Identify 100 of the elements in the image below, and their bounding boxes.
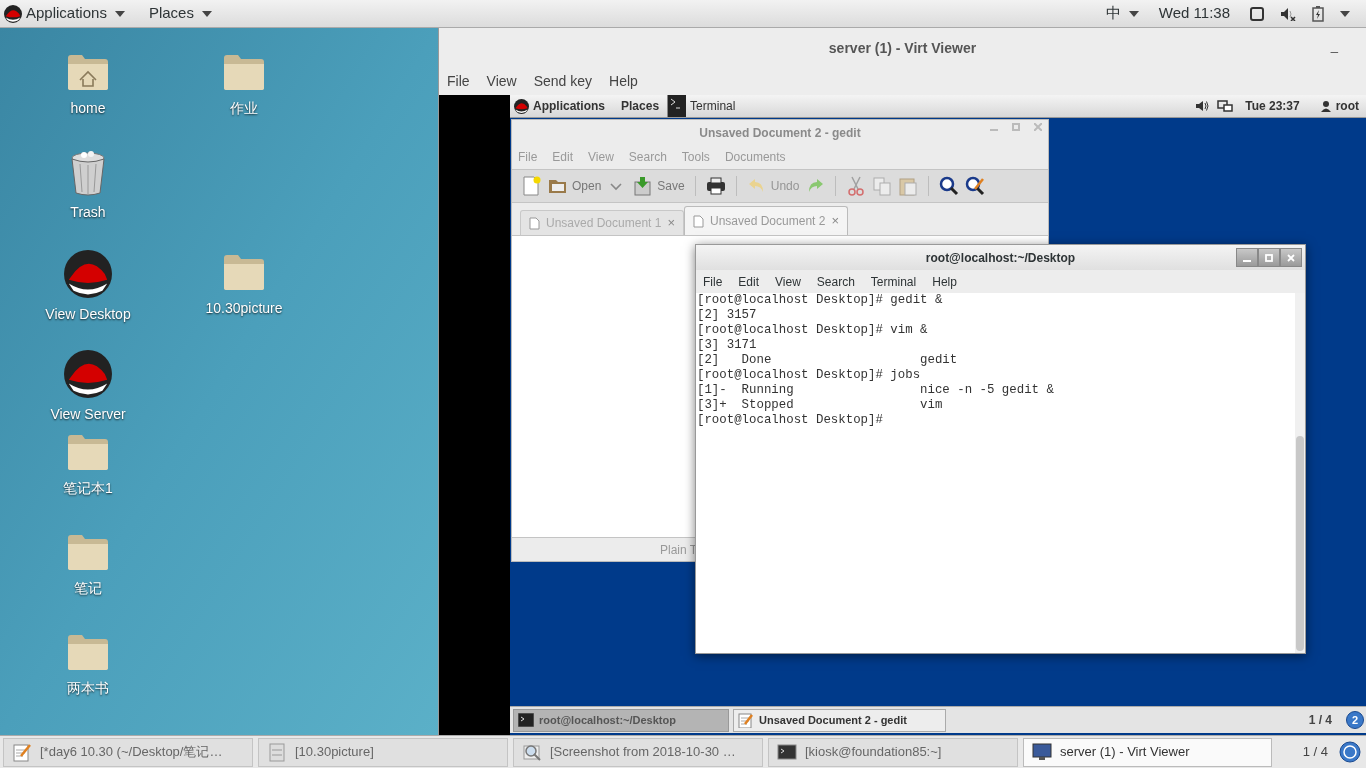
applications-label: Applications xyxy=(533,98,605,115)
document-tab[interactable]: Unsaved Document 1 × xyxy=(520,210,684,235)
folder-icon xyxy=(66,632,110,672)
document-icon xyxy=(693,214,704,228)
terminal-task-button[interactable]: Terminal xyxy=(668,95,744,117)
monitor-icon xyxy=(1032,742,1052,762)
hat-logo-icon xyxy=(64,250,112,298)
terminal-icon xyxy=(777,742,797,762)
taskbar-button[interactable]: [kiosk@foundation85:~] xyxy=(768,737,1018,767)
close-tab-button[interactable]: × xyxy=(667,213,675,233)
menu-item[interactable]: File xyxy=(518,148,538,166)
menu-item[interactable]: Terminal xyxy=(870,272,917,291)
menu-item[interactable]: Search xyxy=(816,272,855,291)
window-icon xyxy=(1250,6,1264,21)
applications-menu[interactable]: Applications xyxy=(0,0,137,27)
workspace-pager[interactable]: 1 / 4 xyxy=(1296,742,1334,762)
taskbar-button[interactable]: [10.30picture] xyxy=(258,737,508,767)
folder-icon xyxy=(66,532,110,572)
window-control-button[interactable] xyxy=(1258,248,1280,267)
maximize-icon xyxy=(1265,253,1273,262)
document-tab[interactable]: Unsaved Document 2 × xyxy=(684,206,848,235)
close-tab-button[interactable]: × xyxy=(831,211,839,231)
window-title: server (1) - Virt Viewer xyxy=(828,38,977,58)
clock[interactable]: Tue 23:37 xyxy=(1237,97,1308,115)
desktop-icon-label[interactable]: 10.30picture xyxy=(205,298,283,319)
menu-item[interactable]: View xyxy=(588,148,614,166)
desktop-icon-label[interactable]: Trash xyxy=(70,202,106,223)
window-control-button[interactable] xyxy=(1280,248,1302,267)
taskbar-button[interactable]: [Screenshot from 2018-10-30 … xyxy=(513,737,763,767)
toolbar-icon-button[interactable] xyxy=(939,176,960,196)
menu-item[interactable]: Send key xyxy=(533,71,593,92)
magnifier-picture-icon xyxy=(522,742,542,762)
battery-icon xyxy=(1312,5,1324,22)
menu-item[interactable]: Help xyxy=(609,71,638,92)
new-document-icon xyxy=(522,176,542,196)
menu-item[interactable]: Edit xyxy=(552,148,574,166)
caret-icon xyxy=(1128,10,1139,17)
toolbar-icon-button[interactable] xyxy=(965,176,986,196)
terminal-line: [root@localhost Desktop]# vim & xyxy=(697,323,929,338)
desktop-icon-label[interactable]: home xyxy=(70,98,106,119)
terminal-icon xyxy=(518,713,534,727)
terminal-line: [root@localhost Desktop]# jobs xyxy=(697,368,922,383)
menu-item[interactable]: Help xyxy=(932,272,957,291)
menu-item[interactable]: View xyxy=(775,272,801,291)
taskbar-button[interactable]: Unsaved Document 2 - gedit xyxy=(733,708,946,732)
terminal-line: [2] Done gedit xyxy=(697,353,959,368)
find-replace-icon xyxy=(965,176,986,196)
document-icon xyxy=(529,216,540,230)
notepad-icon xyxy=(738,712,754,728)
input-method-menu[interactable]: 中 xyxy=(1097,2,1147,25)
terminal-label: Terminal xyxy=(690,98,736,115)
menu-item[interactable]: Edit xyxy=(738,272,760,291)
printer-icon xyxy=(705,176,726,196)
menu-item[interactable]: Tools xyxy=(681,148,710,166)
desktop-icon-label[interactable]: 笔记本1 xyxy=(63,478,113,499)
taskbar-button[interactable]: root@localhost:~/Desktop xyxy=(513,708,729,732)
clock[interactable]: Wed 11:38 xyxy=(1146,2,1242,25)
home-folder-icon xyxy=(66,52,110,92)
folder-icon xyxy=(66,432,110,472)
desktop-icon-label[interactable]: 笔记 xyxy=(74,578,102,599)
workspace-pager[interactable]: 1 / 4 xyxy=(1298,711,1342,729)
caret-icon xyxy=(1340,10,1350,17)
taskbar-button[interactable]: [*day6 10.30 (~/Desktop/笔记… xyxy=(3,737,253,767)
minimize-icon xyxy=(990,129,998,131)
menu-item[interactable]: File xyxy=(703,272,723,291)
cabinet-icon xyxy=(267,742,287,762)
scrollbar-thumb[interactable] xyxy=(1296,436,1304,651)
user-menu[interactable]: root xyxy=(1335,97,1366,115)
notification-badge[interactable]: 2 xyxy=(1346,711,1364,729)
close-icon xyxy=(1034,123,1042,131)
toolbar-icon-button[interactable] xyxy=(705,176,726,196)
menu-item[interactable]: Documents xyxy=(724,148,786,166)
applications-menu[interactable]: Applications xyxy=(510,95,613,117)
menu-item[interactable]: Search xyxy=(628,148,667,166)
menu-item[interactable]: File xyxy=(447,71,470,92)
clipboard-icon xyxy=(898,176,919,196)
hat-logo-icon xyxy=(64,350,112,398)
terminal-line: [1]- Running nice -n -5 gedit & xyxy=(697,383,1055,398)
info-circle-icon xyxy=(1339,741,1361,763)
minimize-button[interactable]: _ xyxy=(1330,36,1338,56)
taskbar-button[interactable]: server (1) - Virt Viewer xyxy=(1023,737,1272,767)
user-icon xyxy=(1319,100,1332,112)
menu-item[interactable]: View xyxy=(486,71,517,92)
places-menu[interactable]: Places xyxy=(136,0,224,27)
hat-logo-icon xyxy=(514,98,529,114)
desktop-icon-label[interactable]: 两本书 xyxy=(67,678,109,699)
window-title: Unsaved Document 2 - gedit xyxy=(699,124,861,142)
applications-label: Applications xyxy=(26,3,107,24)
caret-icon xyxy=(114,10,125,17)
network-icon xyxy=(1217,100,1234,112)
folder-icon xyxy=(222,52,266,92)
hat-logo-icon xyxy=(4,4,22,23)
desktop-icon-label[interactable]: View Server xyxy=(50,404,126,425)
desktop-icon-label[interactable]: View Desktop xyxy=(45,304,131,325)
window-control-button[interactable] xyxy=(1236,248,1258,267)
terminal-line: [2] 3157 xyxy=(697,308,758,323)
toolbar-button[interactable]: Save xyxy=(633,176,685,196)
toolbar-button[interactable]: Open xyxy=(548,176,602,196)
close-icon xyxy=(1287,253,1295,262)
desktop-icon-label[interactable]: 作业 xyxy=(230,98,258,119)
